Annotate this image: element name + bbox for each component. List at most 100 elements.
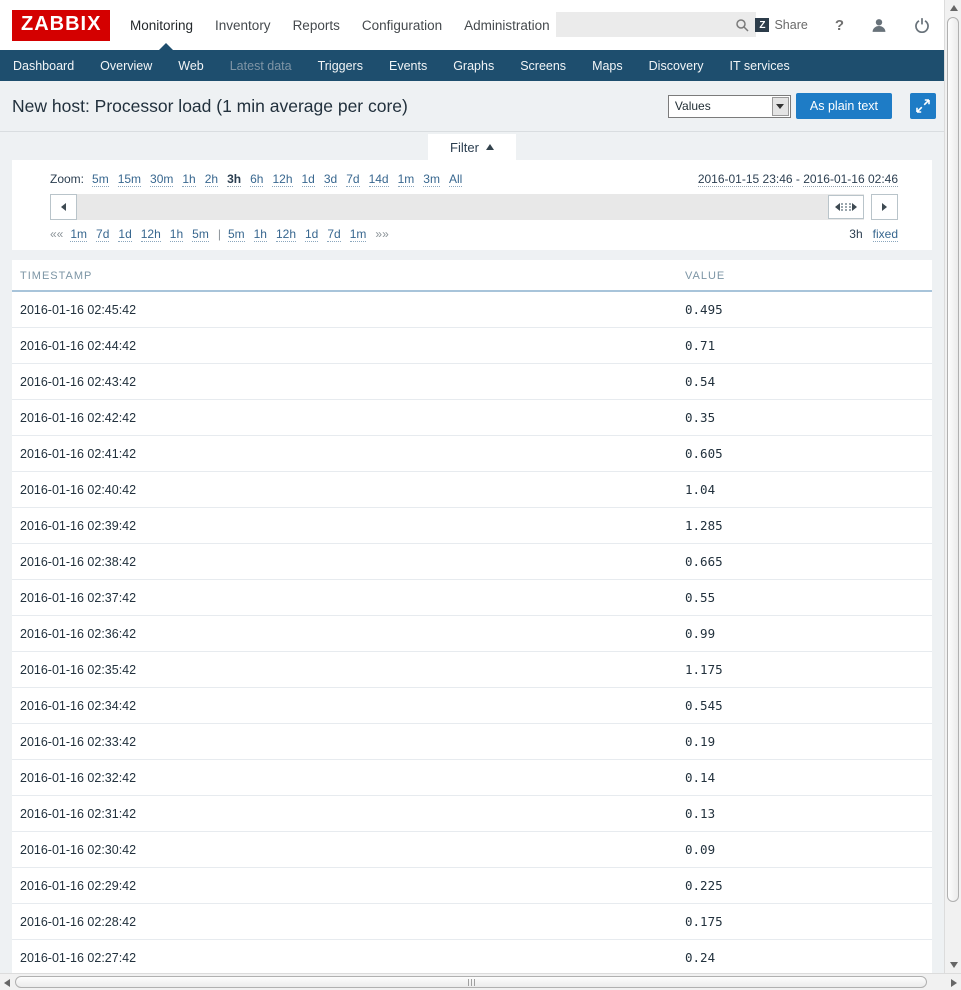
scroll-up-arrow-icon[interactable] xyxy=(950,5,958,11)
vertical-scrollbar-thumb[interactable] xyxy=(947,17,959,902)
horizontal-scrollbar[interactable] xyxy=(0,973,961,990)
zoom-links: 5m 15m 30m 1h 2h 3h 6h 12h 1d 3d 7d 14d 1m 3m All xyxy=(92,172,471,186)
filter-tab-label: Filter xyxy=(450,140,479,155)
timestamp-cell: 2016-01-16 02:45:42 xyxy=(12,291,677,328)
timestamp-cell: 2016-01-16 02:37:42 xyxy=(12,580,677,616)
timeline-scrollbar xyxy=(50,194,898,220)
date-to-link[interactable]: 2016-01-16 02:46 xyxy=(803,172,898,187)
vertical-scrollbar[interactable] xyxy=(944,0,961,973)
top-header: ZABBIX MonitoringInventoryReportsConfigu… xyxy=(0,0,944,50)
view-as-value: Values xyxy=(675,99,711,113)
timeframe-back-link-7d[interactable]: 7d xyxy=(96,227,109,242)
search-input[interactable] xyxy=(556,12,735,37)
timeframe-fwd-link-5m[interactable]: 5m xyxy=(228,227,245,242)
value-cell: 0.35 xyxy=(677,400,932,436)
scroll-left-arrow-icon[interactable] xyxy=(4,979,10,987)
timeframe-back-link-1d[interactable]: 1d xyxy=(118,227,131,242)
timeframe-fwd-link-1m[interactable]: 1m xyxy=(350,227,367,242)
timeline-left-button[interactable] xyxy=(50,194,77,220)
timeframe-back-link-1m[interactable]: 1m xyxy=(70,227,87,242)
sub-nav: DashboardOverviewWebLatest dataTriggersE… xyxy=(0,50,944,81)
range-separator: - xyxy=(796,172,800,186)
zoom-link-3m[interactable]: 3m xyxy=(423,172,440,187)
zoom-link-3h[interactable]: 3h xyxy=(227,172,241,187)
timeframe-back-link-12h[interactable]: 12h xyxy=(141,227,161,242)
subnav-it-services[interactable]: IT services xyxy=(717,59,803,73)
timeframe-fwd-link-1h[interactable]: 1h xyxy=(254,227,267,242)
subnav-events[interactable]: Events xyxy=(376,59,440,73)
zoom-row: Zoom: 5m15m30m1h2h3h6h12h1d3d7d14d1m3mAl… xyxy=(50,172,898,186)
history-table-panel: TIMESTAMP VALUE 2016-01-16 02:45:420.495… xyxy=(12,260,932,973)
zoom-link-5m[interactable]: 5m xyxy=(92,172,109,187)
timeframe-fwd-link-7d[interactable]: 7d xyxy=(327,227,340,242)
profile-button[interactable] xyxy=(871,18,887,33)
zoom-link-30m[interactable]: 30m xyxy=(150,172,173,187)
browser-viewport: ZABBIX MonitoringInventoryReportsConfigu… xyxy=(0,0,944,973)
timestamp-cell: 2016-01-16 02:40:42 xyxy=(12,472,677,508)
zoom-link-2h[interactable]: 2h xyxy=(205,172,218,187)
table-body: 2016-01-16 02:45:420.4952016-01-16 02:44… xyxy=(12,291,932,973)
scroll-right-arrow-icon[interactable] xyxy=(951,979,957,987)
subnav-discovery[interactable]: Discovery xyxy=(636,59,717,73)
timeframe-back-link-5m[interactable]: 5m xyxy=(192,227,209,242)
subnav-triggers[interactable]: Triggers xyxy=(305,59,376,73)
arrow-left-icon xyxy=(61,203,66,211)
subnav-latest-data[interactable]: Latest data xyxy=(217,59,305,73)
zoom-link-14d[interactable]: 14d xyxy=(369,172,389,187)
value-cell: 0.175 xyxy=(677,904,932,940)
view-as-select[interactable]: Values xyxy=(668,95,791,118)
zoom-link-3d[interactable]: 3d xyxy=(324,172,337,187)
timeframe-fwd-link-12h[interactable]: 12h xyxy=(276,227,296,242)
timestamp-cell: 2016-01-16 02:28:42 xyxy=(12,904,677,940)
scroll-down-arrow-icon[interactable] xyxy=(950,962,958,968)
nav-monitoring[interactable]: Monitoring xyxy=(119,18,204,33)
as-plain-text-button[interactable]: As plain text xyxy=(796,93,892,119)
timeframe-fwd-link-1d[interactable]: 1d xyxy=(305,227,318,242)
page-title: New host: Processor load (1 min average … xyxy=(12,96,668,117)
subnav-overview[interactable]: Overview xyxy=(87,59,165,73)
date-from-link[interactable]: 2016-01-15 23:46 xyxy=(698,172,793,187)
arrow-left-icon xyxy=(835,203,840,211)
zoom-link-all[interactable]: All xyxy=(449,172,462,187)
table-row: 2016-01-16 02:38:420.665 xyxy=(12,544,932,580)
zoom-link-1h[interactable]: 1h xyxy=(182,172,195,187)
share-button[interactable]: Z Share xyxy=(755,18,807,32)
table-row: 2016-01-16 02:34:420.545 xyxy=(12,688,932,724)
zoom-link-15m[interactable]: 15m xyxy=(118,172,141,187)
zoom-link-12h[interactable]: 12h xyxy=(272,172,292,187)
timeframe-links-left: 1m 7d 1d 12h 1h 5m xyxy=(70,227,217,241)
timeline-right-button[interactable] xyxy=(871,194,898,220)
subnav-screens[interactable]: Screens xyxy=(507,59,579,73)
nav-administration[interactable]: Administration xyxy=(453,18,561,33)
table-row: 2016-01-16 02:29:420.225 xyxy=(12,868,932,904)
power-icon xyxy=(914,17,930,33)
zoom-link-1d[interactable]: 1d xyxy=(302,172,315,187)
nav-reports[interactable]: Reports xyxy=(282,18,351,33)
zoom-link-1m[interactable]: 1m xyxy=(398,172,415,187)
chevron-down-icon xyxy=(776,104,784,109)
filter-tab[interactable]: Filter xyxy=(428,134,516,160)
timestamp-cell: 2016-01-16 02:41:42 xyxy=(12,436,677,472)
zoom-link-6h[interactable]: 6h xyxy=(250,172,263,187)
zoom-link-7d[interactable]: 7d xyxy=(346,172,359,187)
fixed-link[interactable]: fixed xyxy=(873,227,898,242)
arrow-right-icon xyxy=(882,203,887,211)
zabbix-share-icon: Z xyxy=(755,18,769,32)
user-icon xyxy=(871,18,887,33)
nav-inventory[interactable]: Inventory xyxy=(204,18,282,33)
fullscreen-button[interactable] xyxy=(910,93,936,119)
horizontal-scrollbar-thumb[interactable] xyxy=(15,976,927,988)
select-dropdown-button[interactable] xyxy=(772,97,789,116)
title-bar: New host: Processor load (1 min average … xyxy=(0,81,944,132)
subnav-graphs[interactable]: Graphs xyxy=(440,59,507,73)
timeline-handle[interactable] xyxy=(828,195,864,219)
subnav-dashboard[interactable]: Dashboard xyxy=(0,59,87,73)
nav-configuration[interactable]: Configuration xyxy=(351,18,453,33)
value-cell: 0.225 xyxy=(677,868,932,904)
timeframe-back-link-1h[interactable]: 1h xyxy=(170,227,183,242)
help-button[interactable]: ? xyxy=(835,17,844,34)
subnav-web[interactable]: Web xyxy=(165,59,216,73)
timeline-track[interactable] xyxy=(77,194,864,220)
subnav-maps[interactable]: Maps xyxy=(579,59,636,73)
logout-button[interactable] xyxy=(914,17,930,33)
